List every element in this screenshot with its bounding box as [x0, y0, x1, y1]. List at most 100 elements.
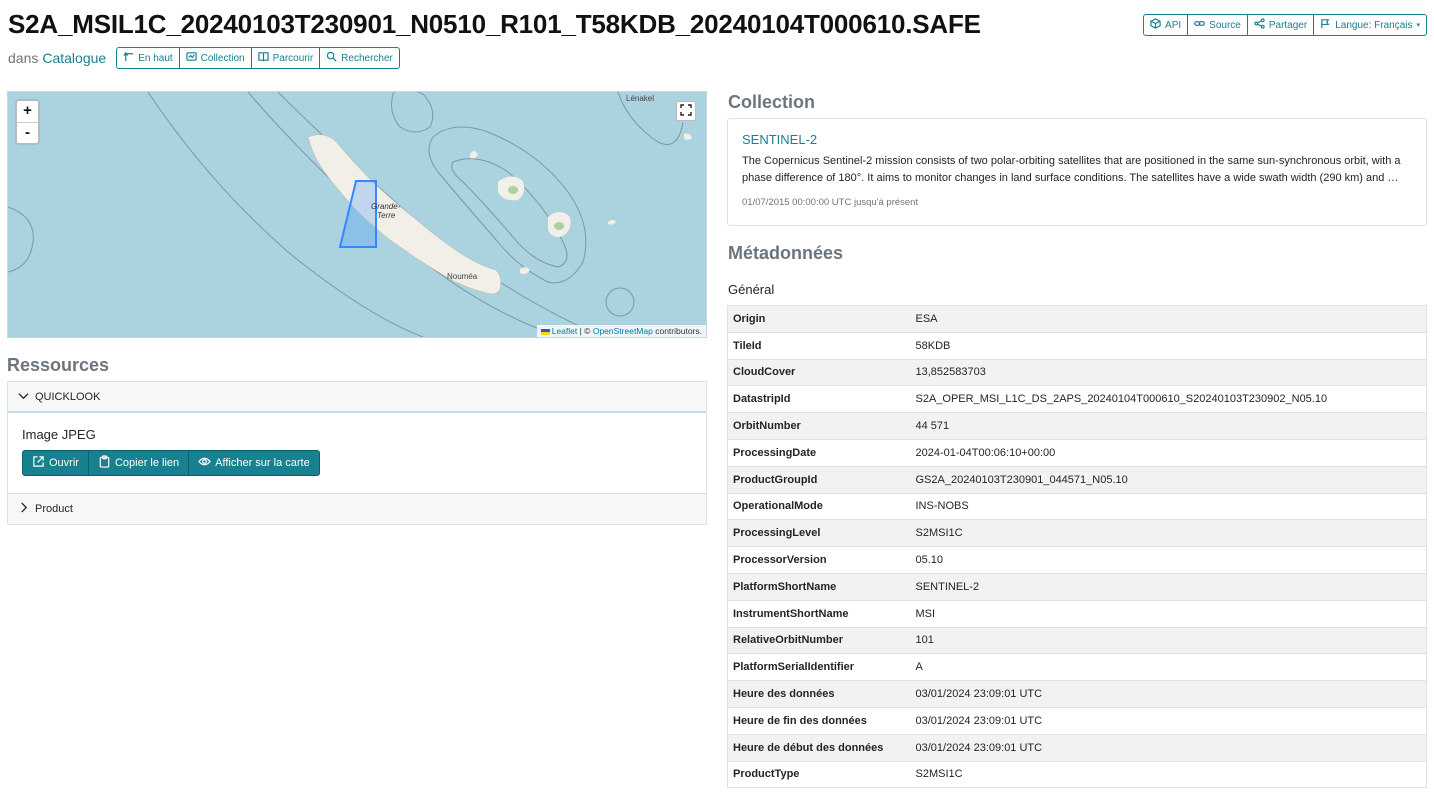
leaflet-link[interactable]: Leaflet — [552, 326, 578, 336]
table-row: Heure des données 03/01/2024 23:09:01 UTC — [727, 680, 1427, 708]
collection-button[interactable]: Collection — [178, 47, 252, 69]
collection-card: SENTINEL-2 The Copernicus Sentinel-2 mis… — [727, 118, 1427, 226]
map-label-grande: Grande- — [371, 202, 401, 211]
metadata-value: 101 — [910, 626, 1427, 654]
share-icon — [1254, 18, 1265, 32]
table-row: ProcessingLevel S2MSI1C — [727, 519, 1427, 547]
external-link-icon — [32, 455, 45, 471]
table-row: Heure de début des données 03/01/2024 23:… — [727, 733, 1427, 762]
metadata-value: S2A_OPER_MSI_L1C_DS_2APS_20240104T000610… — [910, 385, 1427, 413]
table-row: ProcessorVersion 05.10 — [727, 546, 1427, 574]
metadata-value: 58KDB — [910, 331, 1427, 360]
ukraine-flag-icon — [540, 328, 550, 335]
metadata-key: TileId — [727, 331, 911, 360]
resources-heading: Ressources — [7, 355, 110, 375]
catalog-link[interactable]: Catalogue — [42, 50, 106, 66]
eye-icon — [198, 455, 212, 471]
metadata-key: Origin — [727, 305, 911, 333]
map-tiles — [8, 92, 706, 337]
metadata-key: OrbitNumber — [727, 412, 911, 440]
arrow-up-icon — [123, 51, 134, 65]
metadata-key: InstrumentShortName — [727, 599, 911, 628]
nav-button-group: En haut Collection Parcourir Rechercher — [116, 47, 400, 69]
metadata-table: Origin ESA TileId 58KDB CloudCover 13,8525837… — [727, 305, 1427, 789]
metadata-key: ProductGroupId — [727, 465, 911, 494]
map-label-terre: Terre — [377, 211, 396, 220]
table-row: PlatformShortName SENTINEL-2 — [727, 572, 1427, 601]
metadata-heading: Métadonnées — [728, 243, 844, 263]
collection-icon — [185, 51, 197, 65]
collection-heading: Collection — [728, 92, 816, 112]
top-button[interactable]: En haut — [116, 47, 180, 69]
metadata-key: ProcessingDate — [727, 438, 911, 467]
link-icon — [1194, 18, 1206, 32]
metadata-value: 03/01/2024 23:09:01 UTC — [910, 706, 1427, 735]
fullscreen-button[interactable] — [676, 101, 696, 121]
metadata-key: Heure des données — [727, 680, 911, 708]
metadata-key: DatastripId — [727, 385, 911, 413]
metadata-value: ESA — [910, 305, 1427, 333]
metadata-value: S2MSI1C — [910, 519, 1427, 547]
collection-date-range: 01/07/2015 00:00:00 UTC jusqu'à présent — [742, 197, 919, 208]
general-subheading: Général — [728, 282, 775, 297]
source-button[interactable]: Source — [1187, 14, 1248, 36]
show-on-map-button[interactable]: Afficher sur la carte — [188, 450, 320, 476]
share-button[interactable]: Partager — [1246, 14, 1315, 36]
flag-icon — [1320, 18, 1331, 32]
metadata-key: Heure de début des données — [727, 733, 911, 762]
metadata-key: ProductType — [727, 760, 911, 788]
metadata-value: SENTINEL-2 — [910, 572, 1427, 601]
metadata-key: ProcessingLevel — [727, 519, 911, 547]
osm-link[interactable]: OpenStreetMap — [593, 326, 653, 336]
table-row: TileId 58KDB — [727, 331, 1427, 360]
metadata-value: 2024-01-04T00:06:10+00:00 — [910, 438, 1427, 467]
table-row: ProductGroupId GS2A_20240103T230901_04457… — [727, 465, 1427, 494]
metadata-key: RelativeOrbitNumber — [727, 626, 911, 654]
metadata-value: 13,852583703 — [910, 358, 1427, 386]
map-label-noumea: Nouméa — [447, 272, 478, 281]
metadata-value: INS-NOBS — [910, 492, 1427, 520]
table-row: InstrumentShortName MSI — [727, 599, 1427, 628]
metadata-key: PlatformSerialIdentifier — [727, 653, 911, 681]
table-row: OrbitNumber 44 571 — [727, 412, 1427, 440]
search-button[interactable]: Rechercher — [319, 47, 400, 69]
clipboard-icon — [98, 455, 111, 471]
zoom-in-button[interactable]: + — [17, 101, 38, 122]
chevron-right-icon — [18, 502, 29, 516]
metadata-key: ProcessorVersion — [727, 546, 911, 574]
map[interactable]: Lénakel Grande- Terre Nouméa + - Leaflet… — [7, 91, 707, 338]
table-row: ProductType S2MSI1C — [727, 760, 1427, 788]
page-title: S2A_MSIL1C_20240103T230901_N0510_R101_T5… — [8, 9, 981, 39]
api-button[interactable]: API — [1143, 14, 1189, 36]
metadata-value: 44 571 — [910, 412, 1427, 440]
browse-button[interactable]: Parcourir — [250, 47, 321, 69]
in-label: dans — [8, 50, 39, 66]
metadata-value: MSI — [910, 599, 1427, 628]
zoom-control: + - — [16, 100, 39, 144]
quicklook-panel: Image JPEG Ouvrir Copier le lien Affiche… — [8, 413, 706, 493]
copy-link-button[interactable]: Copier le lien — [87, 450, 190, 476]
table-row: OperationalMode INS-NOBS — [727, 492, 1427, 520]
table-row: PlatformSerialIdentifier A — [727, 653, 1427, 681]
chevron-down-icon — [18, 390, 29, 404]
open-button[interactable]: Ouvrir — [22, 450, 89, 476]
language-dropdown[interactable]: Langue: Français ▾ — [1313, 14, 1427, 36]
product-toggle[interactable]: Product — [8, 493, 706, 524]
book-icon — [257, 51, 269, 65]
resources-accordion: QUICKLOOK Image JPEG Ouvrir Copier le li… — [7, 381, 707, 525]
map-label-lenakel: Lénakel — [626, 94, 655, 103]
metadata-value: A — [910, 653, 1427, 681]
metadata-value: 03/01/2024 23:09:01 UTC — [910, 680, 1427, 708]
metadata-value: 05.10 — [910, 546, 1427, 574]
collection-link[interactable]: SENTINEL-2 — [742, 132, 1412, 147]
caret-down-icon: ▾ — [1416, 22, 1420, 29]
search-icon — [326, 51, 337, 65]
fullscreen-icon — [680, 103, 692, 119]
metadata-key: Heure de fin des données — [727, 706, 911, 735]
map-attribution: Leaflet | © OpenStreetMap contributors. — [536, 325, 706, 337]
quicklook-toggle[interactable]: QUICKLOOK — [8, 382, 706, 413]
resource-actions: Ouvrir Copier le lien Afficher sur la ca… — [22, 450, 320, 476]
zoom-out-button[interactable]: - — [17, 122, 38, 143]
metadata-key: CloudCover — [727, 358, 911, 386]
cube-icon — [1150, 18, 1161, 32]
